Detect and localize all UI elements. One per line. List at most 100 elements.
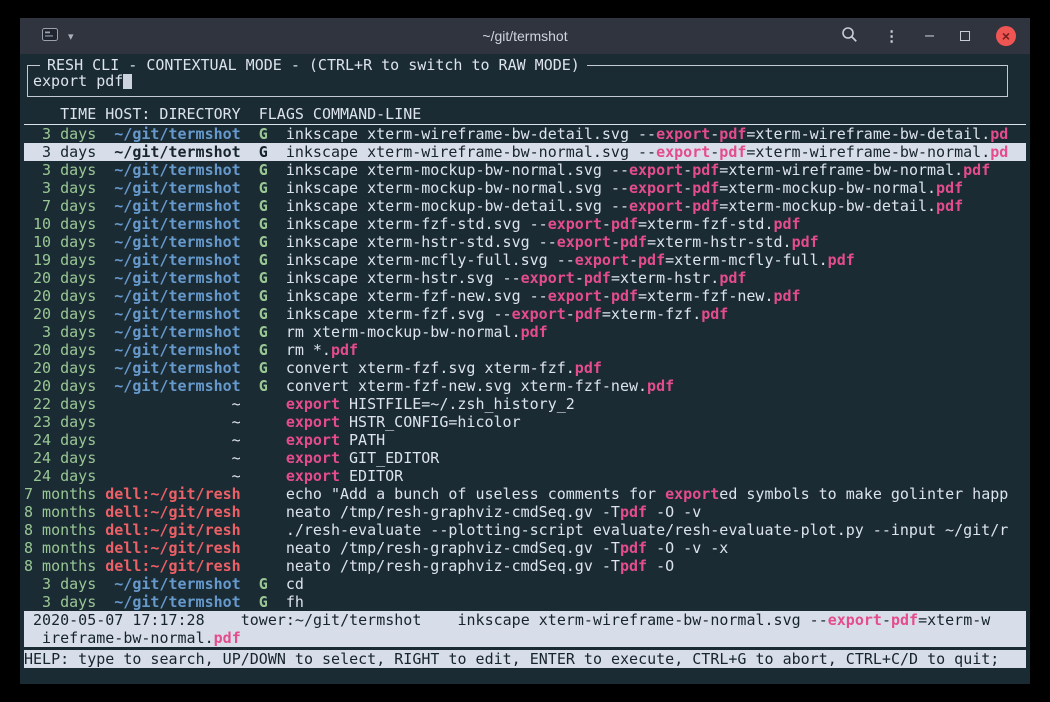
history-row[interactable]: 8 monthsdell:~/git/reshneato /tmp/resh-g… <box>24 557 1026 575</box>
history-row[interactable]: 3 days~/git/termshotGrm xterm-mockup-bw-… <box>24 323 1026 341</box>
history-row[interactable]: 10 days~/git/termshotGinkscape xterm-fzf… <box>24 215 1026 233</box>
row-time: 22 days <box>24 395 96 413</box>
match-highlight: pdf <box>521 323 548 341</box>
match-highlight: pd <box>990 125 1008 143</box>
history-row[interactable]: 20 days~/git/termshotGconvert xterm-fzf-… <box>24 377 1026 395</box>
row-time: 8 months <box>24 539 96 557</box>
history-row[interactable]: 22 days~export HISTFILE=~/.zsh_history_2 <box>24 395 1026 413</box>
text-segment: =xterm-fzf-new. <box>638 287 773 305</box>
row-command: convert xterm-fzf.svg xterm-fzf.pdf <box>286 359 1026 377</box>
history-list: 3 days ~/git/termshot Ginkscape xterm-wire… <box>24 125 1026 611</box>
history-row[interactable]: 3 days~/git/termshotGfh <box>24 593 1026 611</box>
history-row[interactable]: 20 days~/git/termshotGconvert xterm-fzf.… <box>24 359 1026 377</box>
history-row[interactable]: 3 days~/git/termshotGcd <box>24 575 1026 593</box>
text-segment: - <box>575 269 584 287</box>
search-icon[interactable] <box>841 26 858 46</box>
history-row[interactable]: 23 days~export HSTR_CONFIG=hicolor <box>24 413 1026 431</box>
history-row[interactable]: 24 days~export EDITOR <box>24 467 1026 485</box>
text-segment: =xterm-wireframe-bw-normal. <box>746 143 990 161</box>
match-highlight: pdf <box>774 287 801 305</box>
row-command: inkscape xterm-hstr-std.svg --export-pdf… <box>286 233 1026 251</box>
row-host-directory: ~/git/termshot <box>105 269 240 287</box>
text-segment: ireframe-bw-normal. <box>24 629 214 647</box>
desktop-background: ▾ ~/git/termshot ⋮ – × RESH CLI - CONTEX… <box>0 0 1050 702</box>
row-command: ./resh-evaluate --plotting-script evalua… <box>286 521 1026 539</box>
text-segment: - <box>566 305 575 323</box>
text-segment: convert xterm-fzf.svg xterm-fzf. <box>286 359 575 377</box>
row-command: inkscape xterm-hstr.svg --export-pdf=xte… <box>286 269 1026 287</box>
match-highlight: pdf <box>891 611 918 629</box>
match-highlight: pdf <box>620 233 647 251</box>
text-segment: - <box>710 125 719 143</box>
history-row[interactable]: 3 days~/git/termshotGinkscape xterm-mock… <box>24 161 1026 179</box>
row-time: 19 days <box>24 251 96 269</box>
text-segment: echo "Add a bunch of useless comments fo… <box>286 485 665 503</box>
close-button[interactable]: × <box>996 26 1016 46</box>
match-highlight: export <box>575 251 629 269</box>
history-row[interactable]: 20 days~/git/termshotGinkscape xterm-fzf… <box>24 305 1026 323</box>
history-row[interactable]: 10 days~/git/termshotGinkscape xterm-hst… <box>24 233 1026 251</box>
history-row[interactable]: 24 days~export PATH <box>24 431 1026 449</box>
row-host-directory: dell:~/git/resh <box>105 557 240 575</box>
text-segment: inkscape xterm-fzf.svg -- <box>286 305 512 323</box>
history-row[interactable]: 8 monthsdell:~/git/reshneato /tmp/resh-g… <box>24 539 1026 557</box>
text-segment: - <box>882 611 891 629</box>
row-command: export PATH <box>286 431 1026 449</box>
history-row[interactable]: 3 days~/git/termshotGinkscape xterm-wire… <box>24 125 1026 143</box>
match-highlight: export <box>286 467 340 485</box>
history-row-selected[interactable]: 3 days~/git/termshotGinkscape xterm-wire… <box>24 143 1026 161</box>
titlebar[interactable]: ▾ ~/git/termshot ⋮ – × <box>20 18 1030 54</box>
match-highlight: pdf <box>692 179 719 197</box>
help-bar: HELP: type to search, UP/DOWN to select,… <box>24 650 1026 668</box>
history-row[interactable]: 7 days~/git/termshotGinkscape xterm-mock… <box>24 197 1026 215</box>
text-segment: inkscape xterm-fzf-std.svg -- <box>286 215 548 233</box>
row-host-directory: ~/git/termshot <box>105 305 240 323</box>
row-command: rm *.pdf <box>286 341 1026 359</box>
history-row[interactable]: 8 monthsdell:~/git/reshneato /tmp/resh-g… <box>24 503 1026 521</box>
match-highlight: export <box>656 125 710 143</box>
text-segment: cd <box>286 575 304 593</box>
text-segment: inkscape xterm-hstr.svg -- <box>286 269 521 287</box>
row-time: 8 months <box>24 503 96 521</box>
match-highlight: export <box>286 449 340 467</box>
history-row[interactable]: 20 days~/git/termshotGrm *.pdf <box>24 341 1026 359</box>
history-row[interactable]: 19 days~/git/termshotGinkscape xterm-mcf… <box>24 251 1026 269</box>
row-time: 3 days <box>24 575 96 593</box>
terminal-app-icon[interactable] <box>42 28 58 44</box>
row-time: 20 days <box>24 359 96 377</box>
row-flags: G <box>259 359 268 377</box>
row-host-directory: ~/git/termshot <box>105 251 240 269</box>
match-highlight: pdf <box>719 269 746 287</box>
details-line: 2020-05-07 17:17:28 tower:~/git/termshot… <box>24 611 1026 629</box>
history-row[interactable]: 20 days~/git/termshotGinkscape xterm-hst… <box>24 269 1026 287</box>
text-segment: rm xterm-mockup-bw-normal. <box>286 323 521 341</box>
row-command: export GIT_EDITOR <box>286 449 1026 467</box>
row-command: inkscape xterm-wireframe-bw-detail.svg -… <box>286 125 1026 143</box>
kebab-menu-icon[interactable]: ⋮ <box>884 27 899 45</box>
match-highlight: pdf <box>692 161 719 179</box>
row-flags: G <box>259 233 268 251</box>
match-highlight: pdf <box>620 503 647 521</box>
history-row[interactable]: 7 monthsdell:~/git/reshecho "Add a bunch… <box>24 485 1026 503</box>
row-flags: G <box>259 197 268 215</box>
text-segment: HSTR_CONFIG=hicolor <box>340 413 521 431</box>
text-segment: -O -v <box>647 503 701 521</box>
history-row[interactable]: 24 days~export GIT_EDITOR <box>24 449 1026 467</box>
match-highlight: pdf <box>620 539 647 557</box>
history-row[interactable]: 20 days~/git/termshotGinkscape xterm-fzf… <box>24 287 1026 305</box>
row-flags: G <box>259 161 268 179</box>
history-row[interactable]: 3 days~/git/termshotGinkscape xterm-mock… <box>24 179 1026 197</box>
match-highlight: pdf <box>774 215 801 233</box>
history-row[interactable]: 8 monthsdell:~/git/resh./resh-evaluate -… <box>24 521 1026 539</box>
row-flags <box>259 557 268 575</box>
row-command: inkscape xterm-fzf-std.svg --export-pdf=… <box>286 215 1026 233</box>
restore-button[interactable] <box>960 31 970 41</box>
text-segment: - <box>683 179 692 197</box>
text-segment: - <box>629 251 638 269</box>
minimize-button[interactable]: – <box>925 31 934 41</box>
row-command: export HISTFILE=~/.zsh_history_2 <box>286 395 1026 413</box>
chevron-down-icon[interactable]: ▾ <box>68 30 74 43</box>
search-input[interactable]: export pdf <box>33 72 123 90</box>
row-host-directory: ~ <box>105 413 240 431</box>
row-flags <box>259 503 268 521</box>
